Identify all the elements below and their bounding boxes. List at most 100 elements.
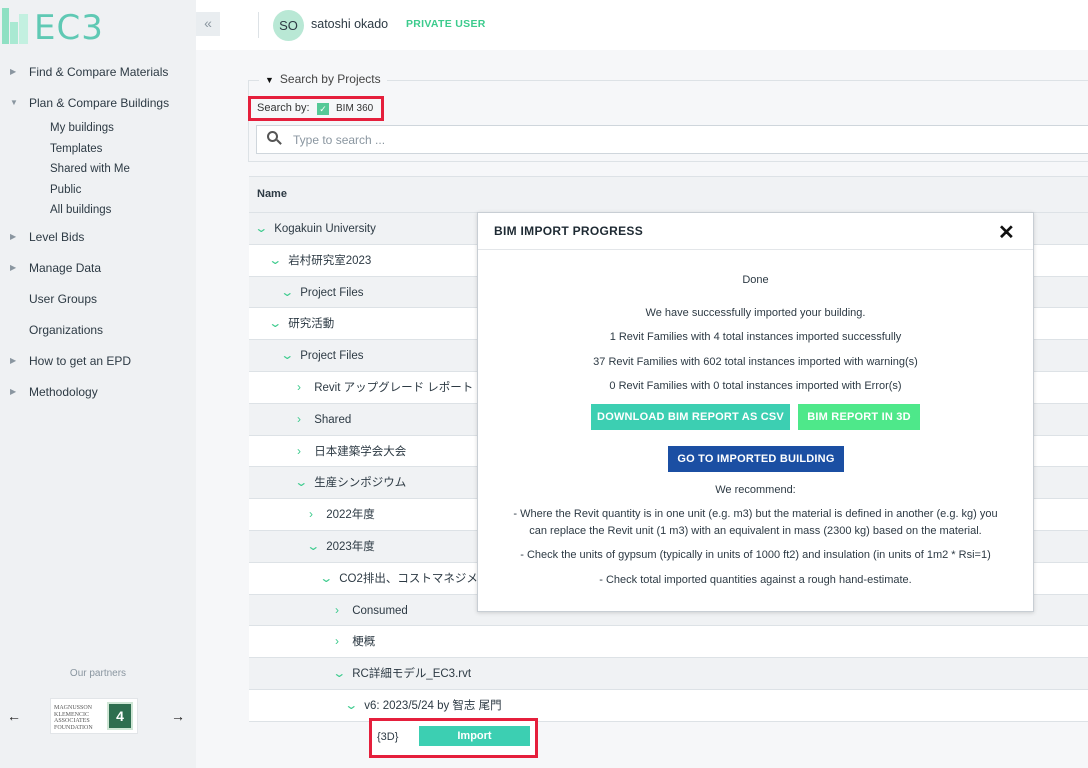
row-label: 日本建築学会大会 (314, 445, 407, 458)
sidebar-item-label: Manage Data (29, 260, 102, 275)
sidebar-item-manage-data[interactable]: ▶ Manage Data (0, 256, 196, 287)
recommendation-3: - Check total imported quantities agains… (599, 574, 912, 586)
chevron-down-icon: ⌄ (306, 538, 321, 553)
caret-down-icon: ▼ (10, 98, 18, 107)
sidebar-item-level-bids[interactable]: ▶ Level Bids (0, 225, 196, 256)
table-row[interactable]: ⌄ RC詳細モデル_EC3.rvt (249, 658, 1088, 690)
success-text: We have successfully imported your build… (645, 307, 866, 319)
chevron-down-icon: ⌄ (332, 666, 347, 681)
row-label: Consumed (352, 604, 408, 617)
sidebar-item-how-to-get-epd[interactable]: ▶ How to get an EPD (0, 349, 196, 380)
table-row[interactable]: › 梗概 (249, 626, 1088, 659)
header-divider (258, 12, 259, 38)
arrow-left-icon[interactable]: ← (7, 708, 21, 724)
sidebar-item-label: Organizations (29, 322, 104, 337)
caret-right-icon: ▶ (10, 231, 17, 241)
caret-right-icon: ▶ (10, 67, 17, 76)
sidebar-subitem-public[interactable]: Public (50, 180, 196, 201)
search-legend: Search by Projects (279, 72, 381, 86)
sidebar-item-label: Level Bids (29, 229, 85, 244)
sidebar-item-find-compare-materials[interactable]: ▶ Find & Compare Materials (0, 60, 196, 91)
row-label: v6: 2023/5/24 by 智志 尾門 (364, 699, 502, 712)
row-label: Project Files (300, 350, 364, 363)
partner-logo-text: MAGNUSSON KLEMENCIC ASSOCIATES FOUNDATIO… (54, 705, 93, 731)
bim360-checkbox[interactable]: ✓ (317, 103, 329, 115)
search-by-filter: Search by: ✓ BIM 360 (248, 96, 384, 121)
sidebar-nav: ▶ Find & Compare Materials ▼ Plan & Comp… (0, 60, 196, 411)
modal-header: BIM IMPORT PROGRESS ✕ (478, 213, 1033, 250)
result-line-error: 0 Revit Families with 0 total instances … (609, 380, 902, 392)
avatar[interactable]: SO (273, 10, 304, 41)
search-icon (267, 131, 282, 147)
sidebar-item-methodology[interactable]: ▶ Methodology (0, 380, 196, 411)
row-label: 2023年度 (326, 540, 375, 553)
recommend-heading: We recommend: (715, 484, 796, 496)
chevron-right-icon: › (335, 634, 339, 649)
chevron-right-icon: › (297, 411, 301, 426)
sidebar-item-label: Plan & Compare Buildings (29, 96, 170, 110)
chevron-right-icon: › (309, 507, 313, 522)
chevron-down-icon: ⌄ (268, 316, 283, 331)
triangle-down-icon: ▼ (265, 75, 274, 85)
chevron-down-icon: ⌄ (280, 348, 295, 363)
collapse-sidebar-button[interactable]: « (196, 12, 220, 36)
bim360-label[interactable]: BIM 360 (336, 103, 373, 114)
chevron-down-icon: ⌄ (280, 284, 295, 299)
go-to-building-button[interactable]: GO TO IMPORTED BUILDING (668, 446, 844, 472)
row-label: 梗概 (352, 636, 376, 649)
result-line-warning: 37 Revit Families with 602 total instanc… (593, 356, 918, 368)
row-label: RC詳細モデル_EC3.rvt (352, 668, 472, 681)
row-label: Project Files (300, 286, 364, 299)
result-line-success: 1 Revit Families with 4 total instances … (609, 331, 902, 343)
search-by-projects-toggle[interactable]: ▼ Search by Projects (259, 72, 387, 86)
sidebar-item-user-groups[interactable]: User Groups (0, 287, 196, 318)
chevron-down-icon: ⌄ (268, 252, 283, 267)
modal-title: BIM IMPORT PROGRESS (494, 224, 644, 238)
search-input[interactable] (293, 126, 1073, 153)
sidebar-item-label: Methodology (29, 384, 98, 399)
row-label: 生産シンポジウム (314, 477, 407, 490)
ec3-logo[interactable]: EC3 (0, 4, 110, 48)
sidebar-subitem-templates[interactable]: Templates (50, 139, 196, 160)
bim-import-progress-modal: BIM IMPORT PROGRESS ✕ Done We have succe… (477, 212, 1034, 612)
caret-right-icon: ▶ (10, 262, 17, 272)
download-csv-button[interactable]: DOWNLOAD BIM REPORT AS CSV (591, 404, 790, 430)
row-label: Kogakuin University (274, 223, 376, 235)
sidebar-item-label: User Groups (29, 291, 98, 306)
search-box (256, 125, 1088, 154)
search-by-label: Search by: (257, 102, 310, 114)
chevron-down-icon: ⌄ (294, 475, 309, 490)
caret-right-icon: ▶ (10, 386, 17, 396)
import-row: {3D} Import (369, 718, 538, 758)
sidebar-item-label: Find & Compare Materials (29, 65, 169, 79)
sidebar: EC3 ▶ Find & Compare Materials ▼ Plan & … (0, 0, 196, 768)
arrow-right-icon[interactable]: → (171, 708, 185, 724)
table-header-name[interactable]: Name (249, 176, 1088, 213)
chevron-right-icon: › (335, 602, 339, 617)
close-icon[interactable]: ✕ (998, 220, 1015, 245)
row-label: Revit アップグレード レポート (314, 381, 474, 394)
sidebar-item-plan-compare-buildings[interactable]: ▼ Plan & Compare Buildings (0, 91, 196, 122)
logo-text: EC3 (34, 8, 104, 48)
recommendation-1a: - Where the Revit quantity is in one uni… (513, 508, 998, 520)
row-label: 2022年度 (326, 509, 375, 522)
sidebar-item-label: How to get an EPD (29, 353, 132, 368)
import-button[interactable]: Import (419, 726, 530, 746)
recommendation-2: - Check the units of gypsum (typically i… (520, 549, 991, 561)
chevron-down-icon: ⌄ (254, 221, 269, 235)
user-name[interactable]: satoshi okado (311, 17, 388, 31)
user-badge: PRIVATE USER (406, 18, 486, 30)
table-row[interactable]: ⌄ v6: 2023/5/24 by 智志 尾門 (249, 689, 1088, 722)
caret-right-icon: ▶ (10, 355, 17, 365)
sidebar-item-organizations[interactable]: Organizations (0, 318, 196, 349)
sidebar-subitem-shared-with-me[interactable]: Shared with Me (50, 159, 196, 180)
partner-logo-mark: 4 (107, 702, 133, 730)
recommendation-1b: can replace the Revit unit (1 m3) with a… (529, 525, 982, 537)
chevron-right-icon: › (297, 379, 301, 394)
chevron-right-icon: › (297, 443, 301, 458)
sidebar-subitem-all-buildings[interactable]: All buildings (50, 200, 196, 221)
partner-logo[interactable]: MAGNUSSON KLEMENCIC ASSOCIATES FOUNDATIO… (50, 698, 138, 734)
row-label: Shared (314, 413, 352, 426)
row-label: 研究活動 (288, 318, 335, 331)
bim-report-3d-button[interactable]: BIM REPORT IN 3D (798, 404, 920, 430)
